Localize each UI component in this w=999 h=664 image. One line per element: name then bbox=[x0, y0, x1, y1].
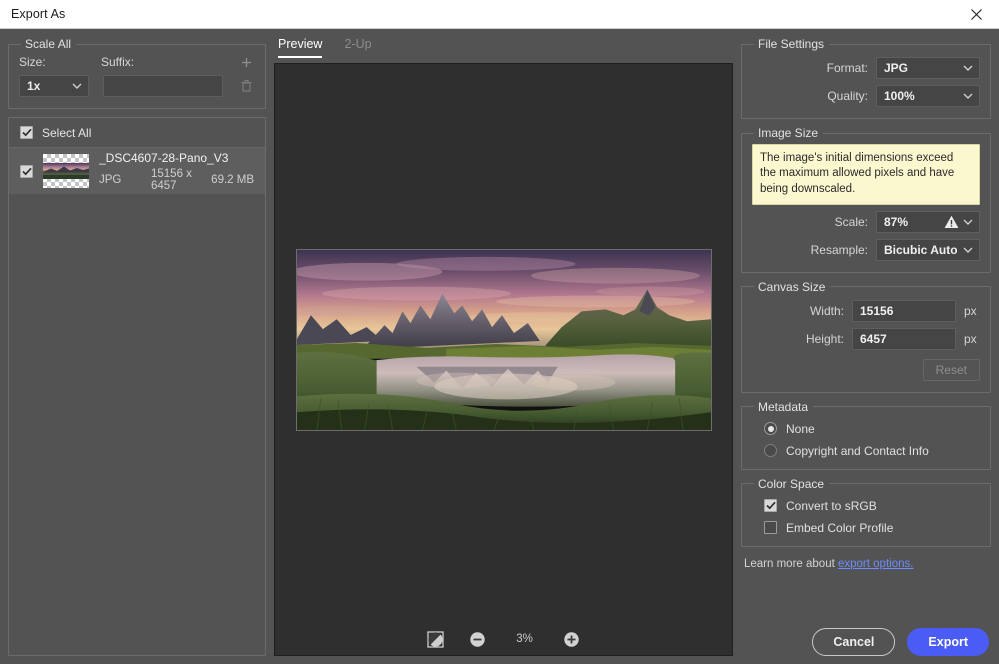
radio-copyright[interactable] bbox=[764, 444, 777, 457]
checkbox-convert-srgb[interactable] bbox=[764, 499, 777, 512]
file-meta: _DSC4607-28-Pano_V3 JPG 15156 x 6457 69.… bbox=[99, 151, 254, 192]
scale-row: Scale: 87%100%75%50%25% bbox=[752, 211, 980, 233]
scale-label: Scale: bbox=[835, 215, 868, 229]
resample-row: Resample: Bicubic Auto...Bicubic Automat… bbox=[752, 239, 980, 261]
metadata-option-copyright[interactable]: Copyright and Contact Info bbox=[752, 444, 980, 458]
trash-icon[interactable] bbox=[237, 77, 255, 95]
preview-stage[interactable]: 3% bbox=[274, 63, 733, 656]
size-label: Size: bbox=[19, 55, 101, 69]
select-all-label: Select All bbox=[42, 126, 91, 140]
quality-select[interactable]: 100%80%60%40% bbox=[876, 85, 980, 107]
quality-select-wrap: 100%80%60%40% bbox=[876, 85, 980, 107]
color-space-legend: Color Space bbox=[754, 477, 829, 491]
dialog-body: Scale All Size: Suffix: 0.5x1x1.5x2x3x bbox=[0, 29, 999, 664]
width-input[interactable] bbox=[852, 300, 956, 322]
select-all-row[interactable]: Select All bbox=[9, 118, 265, 148]
convert-srgb-label: Convert to sRGB bbox=[786, 499, 877, 513]
height-label: Height: bbox=[806, 332, 844, 346]
plus-icon[interactable] bbox=[237, 53, 255, 71]
canvas-size-legend: Canvas Size bbox=[754, 280, 830, 294]
file-rows: _DSC4607-28-Pano_V3 JPG 15156 x 6457 69.… bbox=[9, 148, 265, 655]
canvas-size-group: Canvas Size Width: px Height: px Reset bbox=[741, 280, 991, 393]
export-button[interactable]: Export bbox=[907, 628, 989, 656]
width-row: Width: px bbox=[752, 300, 980, 322]
zoom-level[interactable]: 3% bbox=[510, 633, 540, 645]
file-settings-legend: File Settings bbox=[754, 37, 829, 51]
scale-all-controls-row: 0.5x1x1.5x2x3x bbox=[19, 75, 255, 97]
metadata-group: Metadata None Copyright and Contact Info bbox=[741, 400, 991, 470]
file-format: JPG bbox=[99, 174, 151, 186]
file-settings-group: File Settings Format: PNGJPGGIFSVG Quali… bbox=[741, 37, 991, 119]
preview-panel: Preview 2-Up bbox=[266, 37, 741, 656]
suffix-input[interactable] bbox=[103, 75, 223, 97]
learn-more-row: Learn more about export options. bbox=[741, 558, 991, 570]
scale-select-wrap: 87%100%75%50%25% bbox=[876, 211, 980, 233]
preview-image bbox=[296, 249, 712, 431]
reset-button[interactable]: Reset bbox=[923, 359, 980, 381]
height-row: Height: px bbox=[752, 328, 980, 350]
list-item[interactable]: _DSC4607-28-Pano_V3 JPG 15156 x 6457 69.… bbox=[9, 148, 265, 194]
width-unit: px bbox=[964, 304, 980, 318]
thumbnail-image bbox=[43, 163, 89, 179]
format-select-wrap: PNGJPGGIFSVG bbox=[876, 57, 980, 79]
preview-tabs: Preview 2-Up bbox=[274, 37, 733, 63]
radio-none[interactable] bbox=[764, 422, 777, 435]
dialog-title-bar: Export As bbox=[0, 0, 999, 29]
height-input[interactable] bbox=[852, 328, 956, 350]
metadata-none-label: None bbox=[786, 422, 815, 436]
scale-all-legend: Scale All bbox=[21, 37, 76, 51]
metadata-option-none[interactable]: None bbox=[752, 422, 980, 436]
metadata-legend: Metadata bbox=[754, 400, 813, 414]
resample-select-wrap: Bicubic Auto...Bicubic AutomaticBicubic … bbox=[876, 239, 980, 261]
close-icon bbox=[970, 8, 983, 21]
resample-select[interactable]: Bicubic Auto...Bicubic AutomaticBicubic … bbox=[876, 239, 980, 261]
format-select[interactable]: PNGJPGGIFSVG bbox=[876, 57, 980, 79]
zoom-in-icon[interactable] bbox=[562, 629, 582, 649]
width-label: Width: bbox=[810, 304, 844, 318]
learn-more-text: Learn more about bbox=[744, 558, 835, 570]
tab-preview[interactable]: Preview bbox=[278, 37, 322, 58]
suffix-label: Suffix: bbox=[101, 55, 237, 69]
quality-row: Quality: 100%80%60%40% bbox=[752, 85, 980, 107]
file-thumbnail bbox=[43, 154, 89, 188]
scale-select[interactable]: 87%100%75%50%25% bbox=[876, 211, 980, 233]
format-label: Format: bbox=[827, 61, 868, 75]
color-space-option-embed[interactable]: Embed Color Profile bbox=[752, 521, 980, 535]
size-select-wrap: 0.5x1x1.5x2x3x bbox=[19, 75, 89, 97]
tab-2up[interactable]: 2-Up bbox=[344, 37, 371, 58]
checkbox-embed-profile[interactable] bbox=[764, 521, 777, 534]
export-options-link[interactable]: export options. bbox=[838, 558, 913, 570]
dialog-title: Export As bbox=[0, 7, 65, 21]
close-button[interactable] bbox=[954, 0, 999, 29]
fit-on-screen-icon[interactable] bbox=[426, 629, 446, 649]
image-size-group: Image Size The image's initial dimension… bbox=[741, 126, 991, 273]
color-space-group: Color Space Convert to sRGB Embed Color … bbox=[741, 477, 991, 547]
cancel-button[interactable]: Cancel bbox=[812, 628, 895, 656]
image-size-legend: Image Size bbox=[754, 126, 823, 140]
file-name: _DSC4607-28-Pano_V3 bbox=[99, 151, 254, 165]
color-space-option-srgb[interactable]: Convert to sRGB bbox=[752, 499, 980, 513]
metadata-copyright-label: Copyright and Contact Info bbox=[786, 444, 929, 458]
quality-label: Quality: bbox=[827, 89, 868, 103]
resample-label: Resample: bbox=[811, 243, 868, 257]
zoom-toolbar: 3% bbox=[275, 629, 732, 649]
file-dimensions: 15156 x 6457 bbox=[151, 168, 211, 192]
height-unit: px bbox=[964, 332, 980, 346]
embed-profile-label: Embed Color Profile bbox=[786, 521, 893, 535]
downscale-warning: The image's initial dimensions exceed th… bbox=[752, 144, 980, 205]
file-list-panel: Select All bbox=[8, 117, 266, 656]
reset-row: Reset bbox=[752, 359, 980, 381]
file-subinfo: JPG 15156 x 6457 69.2 MB bbox=[99, 168, 254, 192]
size-select[interactable]: 0.5x1x1.5x2x3x bbox=[19, 75, 89, 97]
select-all-checkbox[interactable] bbox=[20, 126, 33, 139]
file-size: 69.2 MB bbox=[211, 174, 254, 186]
scale-all-header-row: Size: Suffix: bbox=[19, 53, 255, 71]
file-checkbox[interactable] bbox=[20, 165, 33, 178]
zoom-out-icon[interactable] bbox=[468, 629, 488, 649]
dialog-actions: Cancel Export bbox=[741, 612, 991, 656]
scale-all-group: Scale All Size: Suffix: 0.5x1x1.5x2x3x bbox=[8, 37, 266, 109]
settings-panel: File Settings Format: PNGJPGGIFSVG Quali… bbox=[741, 37, 991, 656]
format-row: Format: PNGJPGGIFSVG bbox=[752, 57, 980, 79]
left-panel: Scale All Size: Suffix: 0.5x1x1.5x2x3x bbox=[8, 37, 266, 656]
